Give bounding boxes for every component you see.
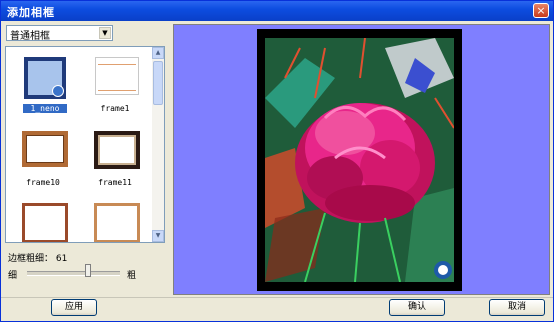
frame-item-frame1[interactable]: frame1 (84, 53, 146, 127)
frame-item-frame10[interactable]: frame10 (12, 127, 74, 201)
border-thickness-label: 边框粗细： 61 (8, 254, 68, 264)
scrollbar-thumb[interactable] (153, 61, 163, 105)
frame-item-5[interactable] (12, 199, 74, 242)
thin-label: 细 (8, 271, 18, 281)
frame-item-1-neno[interactable]: 1_neno (12, 53, 74, 127)
frame-thumbnail (94, 131, 140, 169)
preview-panel (173, 24, 550, 295)
peony-photo (265, 38, 454, 282)
frame-item-frame11[interactable]: frame11 (84, 127, 146, 201)
frame-type-value: 普通相框 (10, 31, 50, 42)
preview-image (265, 38, 454, 282)
frame-item-6[interactable] (84, 199, 146, 242)
frame-grid: 1_neno frame1 frame10 frame11 (6, 47, 151, 242)
thickness-slider-thumb[interactable] (85, 264, 91, 277)
frame-preview (257, 29, 462, 291)
frame-thumbnail (94, 203, 140, 242)
cancel-button[interactable]: 取消 (489, 299, 545, 316)
frame-label: frame10 (26, 178, 60, 187)
frame-label: frame1 (100, 104, 130, 113)
frame-label: 1_neno (23, 104, 67, 113)
frame-thumbnail (22, 203, 68, 242)
ok-button[interactable]: 确认 (389, 299, 445, 316)
chevron-down-icon[interactable]: ▼ (99, 27, 111, 39)
thick-label: 粗 (127, 271, 137, 281)
scroll-down-icon[interactable]: ▼ (152, 230, 164, 242)
close-button[interactable]: × (533, 3, 549, 18)
frame-thumbnail (24, 57, 66, 99)
scroll-up-icon[interactable]: ▲ (152, 47, 164, 59)
frame-list-scrollbar[interactable]: ▲ ▼ (152, 47, 164, 242)
frame-list: 1_neno frame1 frame10 frame11 ▲ ▼ (5, 46, 165, 243)
apply-button[interactable]: 应用 (51, 299, 97, 316)
frame-thumbnail (22, 131, 68, 167)
footer-divider (1, 297, 553, 298)
close-icon: × (536, 4, 546, 17)
frame-type-dropdown[interactable]: 普通相框 ▼ (6, 25, 113, 42)
frame-thumbnail (95, 57, 139, 95)
window-title: 添加相框 (7, 6, 55, 19)
add-frame-dialog: 添加相框 × 普通相框 ▼ 1_neno frame1 frame10 fram… (0, 0, 554, 322)
frame-label: frame11 (98, 178, 132, 187)
thickness-slider-track[interactable] (27, 271, 120, 276)
title-bar[interactable]: 添加相框 × (1, 1, 553, 21)
